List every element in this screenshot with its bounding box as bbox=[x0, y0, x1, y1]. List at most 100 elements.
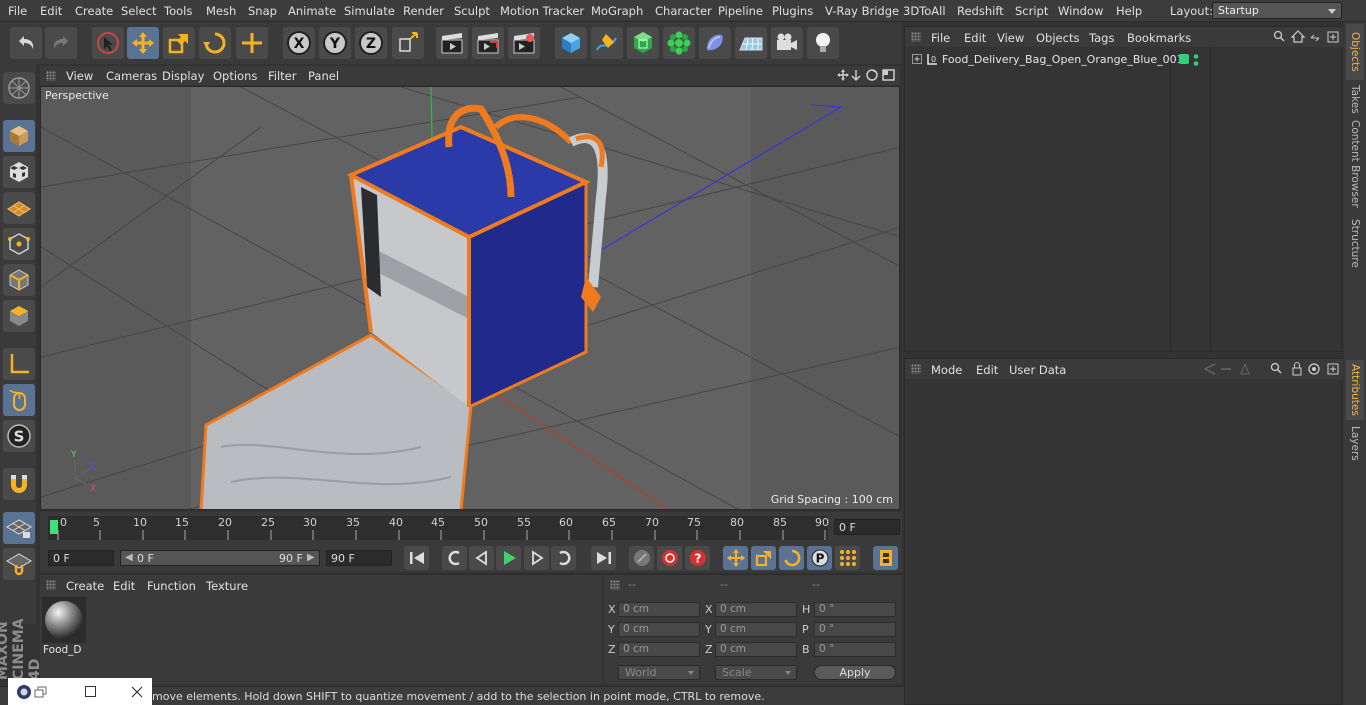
menu-snap[interactable]: Snap bbox=[248, 4, 277, 18]
menu-3dtoall[interactable]: 3DToAll bbox=[903, 4, 946, 18]
viewport-menu-panel[interactable]: Panel bbox=[308, 69, 339, 83]
object-manager-nav-icons[interactable] bbox=[1273, 30, 1341, 44]
menu-help[interactable]: Help bbox=[1116, 4, 1142, 18]
axis-mode-button[interactable] bbox=[3, 348, 35, 380]
coordinate-system-button[interactable] bbox=[392, 27, 424, 59]
deformer-button[interactable] bbox=[699, 27, 731, 59]
subdivision-button[interactable] bbox=[627, 27, 659, 59]
maximize-icon[interactable] bbox=[84, 685, 98, 699]
tweak-mode-button[interactable] bbox=[3, 384, 35, 416]
attribute-menu-user-data[interactable]: User Data bbox=[1009, 363, 1066, 377]
workplane-snap-button[interactable] bbox=[3, 548, 35, 580]
tab-content-browser[interactable]: Content Browser bbox=[1346, 118, 1364, 210]
timeline-window-button[interactable] bbox=[873, 546, 898, 570]
object-menu-objects[interactable]: Objects bbox=[1036, 31, 1079, 45]
autokeying-button[interactable] bbox=[657, 546, 682, 570]
attribute-menu-edit[interactable]: Edit bbox=[976, 363, 998, 377]
apply-button[interactable]: Apply bbox=[814, 665, 896, 680]
cube-object-button[interactable] bbox=[555, 27, 587, 59]
viewport-menu-filter[interactable]: Filter bbox=[268, 69, 296, 83]
workplane-button[interactable] bbox=[3, 192, 35, 224]
next-keyframe-button[interactable] bbox=[551, 546, 576, 570]
points-mode-button[interactable] bbox=[3, 228, 35, 260]
material-swatch[interactable]: Food_D bbox=[42, 597, 86, 657]
key-scale-button[interactable] bbox=[751, 546, 776, 570]
material-menu-texture[interactable]: Texture bbox=[206, 579, 248, 593]
object-menu-bookmarks[interactable]: Bookmarks bbox=[1127, 31, 1191, 45]
current-frame-field[interactable]: 0 F bbox=[834, 519, 900, 535]
size-y-field[interactable]: 0 cm bbox=[715, 622, 797, 637]
previous-keyframe-button[interactable] bbox=[442, 546, 467, 570]
menu-sculpt[interactable]: Sculpt bbox=[454, 4, 490, 18]
redo-button[interactable] bbox=[45, 27, 77, 59]
object-menu-edit[interactable]: Edit bbox=[964, 31, 986, 45]
menu-mesh[interactable]: Mesh bbox=[206, 4, 236, 18]
menu-render[interactable]: Render bbox=[403, 4, 444, 18]
tab-takes[interactable]: Takes bbox=[1346, 82, 1364, 116]
material-menu-function[interactable]: Function bbox=[147, 579, 196, 593]
object-menu-tags[interactable]: Tags bbox=[1089, 31, 1114, 45]
rotation-b-field[interactable]: 0 ° bbox=[814, 642, 896, 657]
object-name[interactable]: Food_Delivery_Bag_Open_Orange_Blue_001 bbox=[942, 53, 1184, 66]
rotation-h-field[interactable]: 0 ° bbox=[814, 602, 896, 617]
menu-pipeline[interactable]: Pipeline bbox=[718, 4, 763, 18]
go-to-start-button[interactable] bbox=[404, 546, 429, 570]
menu-character[interactable]: Character bbox=[655, 4, 712, 18]
coordinate-space-dropdown[interactable]: World bbox=[618, 665, 700, 680]
key-pla-button[interactable] bbox=[835, 546, 860, 570]
record-keys-button[interactable] bbox=[629, 546, 654, 570]
menu-motion-tracker[interactable]: Motion Tracker bbox=[500, 4, 584, 18]
position-x-field[interactable]: 0 cm bbox=[618, 602, 700, 617]
attribute-menu-mode[interactable]: Mode bbox=[931, 363, 962, 377]
position-y-field[interactable]: 0 cm bbox=[618, 622, 700, 637]
y-axis-button[interactable]: Y bbox=[319, 27, 351, 59]
floor-button[interactable] bbox=[735, 27, 767, 59]
z-axis-button[interactable]: Z bbox=[355, 27, 387, 59]
menu-script[interactable]: Script bbox=[1015, 4, 1048, 18]
workplane-lock-button[interactable] bbox=[3, 512, 35, 544]
menu-redshift[interactable]: Redshift bbox=[957, 4, 1004, 18]
menu-plugins[interactable]: Plugins bbox=[772, 4, 813, 18]
viewport-menu-options[interactable]: Options bbox=[213, 69, 257, 83]
size-z-field[interactable]: 0 cm bbox=[715, 642, 797, 657]
restore-icon[interactable] bbox=[34, 686, 48, 698]
rotate-tool-button[interactable] bbox=[199, 27, 231, 59]
menu-tools[interactable]: Tools bbox=[164, 4, 192, 18]
tab-attributes[interactable]: Attributes bbox=[1346, 360, 1364, 420]
material-menu-edit[interactable]: Edit bbox=[113, 579, 135, 593]
layer-color-swatch[interactable] bbox=[1179, 54, 1189, 64]
move-tool-button[interactable] bbox=[127, 27, 159, 59]
live-selection-button[interactable] bbox=[92, 27, 124, 59]
menu-simulate[interactable]: Simulate bbox=[344, 4, 395, 18]
rotation-p-field[interactable]: 0 ° bbox=[814, 622, 896, 637]
key-position-button[interactable] bbox=[723, 546, 748, 570]
attribute-nav-icons[interactable] bbox=[1201, 362, 1341, 376]
scale-tool-button[interactable] bbox=[163, 27, 195, 59]
model-mode-button[interactable] bbox=[3, 120, 35, 152]
size-mode-dropdown[interactable]: Scale bbox=[715, 665, 797, 680]
viewport-nav-icons[interactable] bbox=[836, 68, 898, 83]
render-settings-button[interactable] bbox=[508, 27, 540, 59]
transform-tool-button[interactable] bbox=[236, 27, 268, 59]
snap-button[interactable] bbox=[3, 468, 35, 500]
keyframe-selection-button[interactable]: ? bbox=[685, 546, 710, 570]
material-menu-create[interactable]: Create bbox=[66, 579, 104, 593]
pen-spline-button[interactable] bbox=[591, 27, 623, 59]
undo-button[interactable] bbox=[10, 27, 42, 59]
x-axis-button[interactable]: X bbox=[283, 27, 315, 59]
play-button[interactable] bbox=[496, 546, 521, 570]
menu-file[interactable]: File bbox=[8, 4, 27, 18]
viewport-menu-view[interactable]: View bbox=[66, 69, 93, 83]
object-menu-file[interactable]: File bbox=[931, 31, 950, 45]
tab-layers[interactable]: Layers bbox=[1346, 422, 1364, 464]
end-frame-field[interactable]: 90 F bbox=[326, 550, 392, 566]
menu-edit[interactable]: Edit bbox=[40, 4, 62, 18]
close-icon[interactable] bbox=[130, 685, 144, 699]
viewport-menu-cameras[interactable]: Cameras bbox=[106, 69, 157, 83]
edges-mode-button[interactable] bbox=[3, 264, 35, 296]
solo-button[interactable]: S bbox=[3, 420, 35, 452]
menu-animate[interactable]: Animate bbox=[288, 4, 336, 18]
key-rotation-button[interactable] bbox=[779, 546, 804, 570]
polygons-mode-button[interactable] bbox=[3, 300, 35, 332]
light-button[interactable] bbox=[807, 27, 839, 59]
